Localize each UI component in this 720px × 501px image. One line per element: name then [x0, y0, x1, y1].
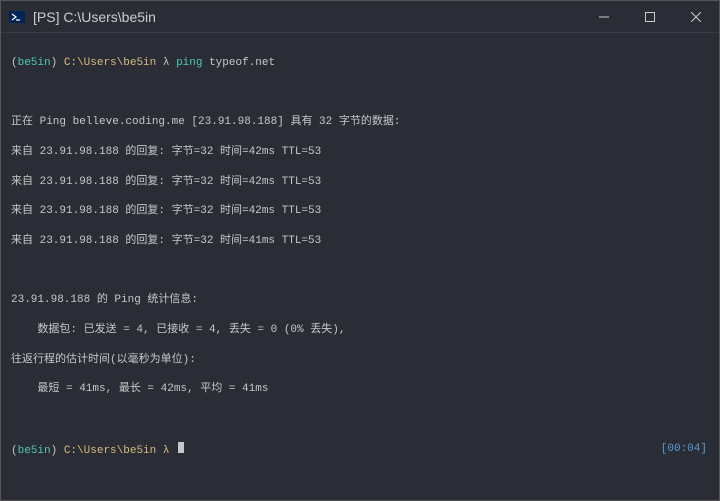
output-line: 数据包: 已发送 = 4, 已接收 = 4, 丢失 = 0 (0% 丢失), — [11, 323, 709, 338]
command-name: ping — [176, 56, 202, 71]
terminal-body[interactable]: (be5in) C:\Users\be5in λ ping typeof.net… — [1, 33, 719, 500]
maximize-button[interactable] — [627, 1, 673, 32]
prompt-paren: ( — [11, 56, 18, 71]
output-line: 往返行程的估计时间(以毫秒为单位): — [11, 353, 709, 368]
minimize-button[interactable] — [581, 1, 627, 32]
prompt-line-2: (be5in) C:\Users\be5in λ [00:04] — [11, 442, 709, 459]
prompt-paren: ) — [51, 56, 58, 71]
output-line: 来自 23.91.98.188 的回复: 字节=32 时间=42ms TTL=5… — [11, 204, 709, 219]
close-button[interactable] — [673, 1, 719, 32]
prompt-path: C:\Users\be5in — [57, 444, 156, 459]
blank-line — [11, 412, 709, 427]
output-line: 正在 Ping belleve.coding.me [23.91.98.188]… — [11, 115, 709, 130]
powershell-icon — [9, 9, 25, 25]
prompt-lambda: λ — [156, 444, 176, 459]
output-line: 来自 23.91.98.188 的回复: 字节=32 时间=41ms TTL=5… — [11, 234, 709, 249]
command-arg: typeof.net — [202, 56, 275, 71]
prompt-paren: ( — [11, 444, 18, 459]
prompt-user: be5in — [18, 444, 51, 459]
output-line: 最短 = 41ms, 最长 = 42ms, 平均 = 41ms — [11, 382, 709, 397]
prompt-lambda: λ — [156, 56, 176, 71]
terminal-window: [PS] C:\Users\be5in (be5in) C:\Users\be5… — [0, 0, 720, 501]
prompt-path: C:\Users\be5in — [57, 56, 156, 71]
elapsed-timer: [00:04] — [661, 442, 707, 457]
window-title: [PS] C:\Users\be5in — [33, 9, 581, 25]
output-line: 来自 23.91.98.188 的回复: 字节=32 时间=42ms TTL=5… — [11, 175, 709, 190]
cursor — [178, 442, 184, 453]
prompt-user: be5in — [18, 56, 51, 71]
output-line: 来自 23.91.98.188 的回复: 字节=32 时间=42ms TTL=5… — [11, 145, 709, 160]
prompt-paren: ) — [51, 444, 58, 459]
window-controls — [581, 1, 719, 32]
prompt-line-1: (be5in) C:\Users\be5in λ ping typeof.net — [11, 56, 709, 71]
blank-line — [11, 86, 709, 101]
output-line: 23.91.98.188 的 Ping 统计信息: — [11, 293, 709, 308]
blank-line — [11, 264, 709, 279]
titlebar[interactable]: [PS] C:\Users\be5in — [1, 1, 719, 33]
